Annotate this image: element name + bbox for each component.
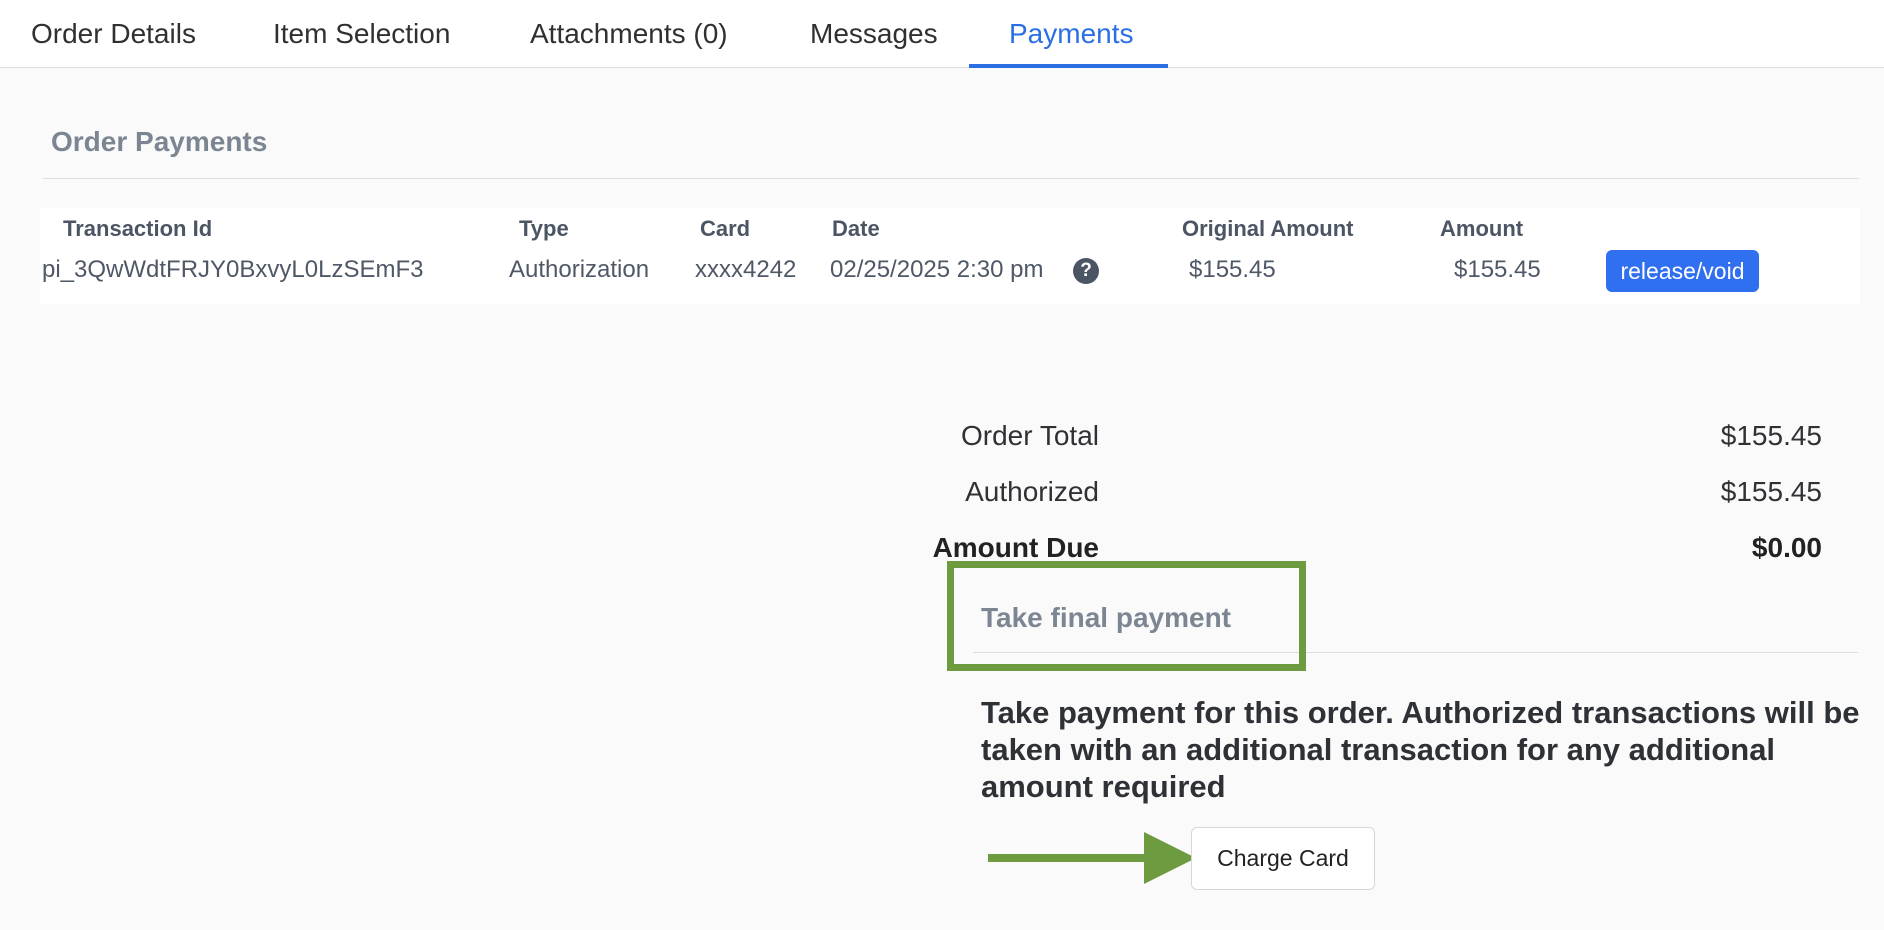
order-payments-title: Order Payments bbox=[51, 126, 268, 157]
authorized-value: $155.45 bbox=[1720, 476, 1822, 507]
header-type: Type bbox=[519, 216, 569, 241]
question-circle-icon[interactable]: ? bbox=[1073, 258, 1099, 284]
tab-payments[interactable]: Payments bbox=[1009, 0, 1134, 68]
order-total-label: Order Total bbox=[961, 420, 1099, 451]
header-original-amount: Original Amount bbox=[1182, 216, 1354, 241]
header-card: Card bbox=[700, 216, 751, 241]
section-divider bbox=[43, 178, 1859, 179]
arrow-right-icon bbox=[988, 832, 1196, 884]
annotation-highlight-box bbox=[947, 561, 1306, 671]
header-transaction-id: Transaction Id bbox=[63, 216, 213, 241]
amount-due-value: $0.00 bbox=[1751, 532, 1822, 563]
release-void-button[interactable]: release/void bbox=[1606, 250, 1759, 292]
cell-card: xxxx4242 bbox=[695, 256, 797, 283]
authorized-label: Authorized bbox=[965, 476, 1099, 507]
header-date: Date bbox=[832, 216, 880, 241]
cell-amount: $155.45 bbox=[1454, 256, 1541, 283]
amount-due-label: Amount Due bbox=[932, 532, 1099, 563]
charge-card-button[interactable]: Charge Card bbox=[1191, 827, 1375, 890]
active-tab-indicator bbox=[969, 64, 1168, 68]
header-amount: Amount bbox=[1440, 216, 1524, 241]
cell-original-amount: $155.45 bbox=[1189, 256, 1276, 283]
tab-messages[interactable]: Messages bbox=[810, 0, 938, 68]
tab-order-details[interactable]: Order Details bbox=[31, 0, 196, 68]
cell-type: Authorization bbox=[509, 256, 650, 283]
cell-date: 02/25/2025 2:30 pm bbox=[830, 256, 1044, 283]
cell-transaction-id: pi_3QwWdtFRJY0BxvyL0LzSEmF3 bbox=[42, 256, 424, 283]
order-total-value: $155.45 bbox=[1720, 420, 1822, 451]
tab-attachments[interactable]: Attachments (0) bbox=[530, 0, 728, 68]
final-payment-description: Take payment for this order. Authorized … bbox=[981, 695, 1860, 804]
tab-bar: Order Details Item Selection Attachments… bbox=[0, 0, 1884, 68]
tab-item-selection[interactable]: Item Selection bbox=[273, 0, 450, 68]
